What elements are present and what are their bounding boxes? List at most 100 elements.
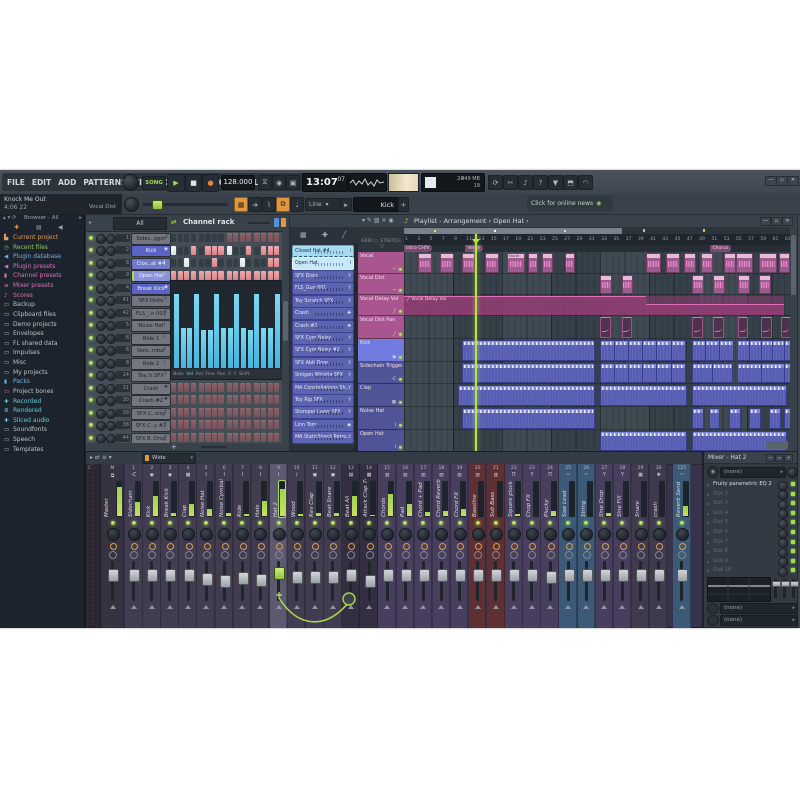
audio-clip[interactable] <box>684 253 696 273</box>
step-cell[interactable] <box>205 246 210 255</box>
mixer-fader-thumb[interactable] <box>383 569 394 582</box>
cut-icon[interactable]: ✂ <box>503 175 518 190</box>
mixer-mute-led[interactable] <box>458 521 462 525</box>
effect-slot-4[interactable]: ▸Slot 4 <box>706 509 797 518</box>
step-cell[interactable] <box>218 271 223 280</box>
track-mute-led[interactable] <box>399 446 403 450</box>
mixer-sep-knob[interactable] <box>329 551 337 559</box>
track-mute-led[interactable] <box>399 268 403 272</box>
step-cell[interactable] <box>212 395 217 404</box>
step-cell[interactable] <box>205 433 210 442</box>
playlist-maximize-button[interactable]: ▫ <box>771 217 782 226</box>
step-cell[interactable] <box>199 233 204 242</box>
mixer-mute-led[interactable] <box>620 521 624 525</box>
step-cell[interactable] <box>246 395 251 404</box>
mixer-sep-knob[interactable] <box>565 551 573 559</box>
step-cell[interactable] <box>233 246 238 255</box>
track-header-vocal-dist-pan[interactable]: Vocal Dist Pan╱ <box>358 316 404 339</box>
menu-edit[interactable]: EDIT <box>32 178 51 187</box>
step-cell[interactable] <box>212 420 217 429</box>
mixer-strip-bassline[interactable]: 20▥Bassline <box>469 464 487 628</box>
picker-clip-sfx-disto[interactable]: SFX DistoY <box>292 270 354 283</box>
step-cell[interactable] <box>261 420 266 429</box>
mixer-pan-knob[interactable] <box>616 528 629 541</box>
mixer-route-arrow[interactable] <box>457 605 463 609</box>
track-header-vocal-delay-vol[interactable]: Vocal Delay Vol╱ <box>358 295 404 316</box>
audio-clip[interactable] <box>542 253 553 273</box>
audio-clip[interactable] <box>759 275 771 294</box>
mixer-route-arrow[interactable] <box>511 605 517 609</box>
automation-clip[interactable] <box>713 317 724 338</box>
mixer-route-arrow[interactable] <box>402 605 408 609</box>
step-cell[interactable] <box>184 246 189 255</box>
mixer-route-arrow[interactable] <box>583 605 589 609</box>
snap-arrow-button[interactable]: ▸ <box>340 198 352 211</box>
browser-item-mixer-presets[interactable]: ≡Mixer presets <box>0 281 85 291</box>
pattern-clip[interactable] <box>761 363 786 383</box>
mixer-pan-knob[interactable] <box>107 528 120 541</box>
channel-volume-knob[interactable] <box>106 234 116 244</box>
picker-clip-open-hat[interactable]: Open HatI <box>292 257 354 270</box>
browser-item-rendered[interactable]: ≣Rendered <box>0 406 85 416</box>
mixer-sep-knob[interactable] <box>528 551 536 559</box>
mixer-mute-led[interactable] <box>439 521 443 525</box>
step-cell[interactable] <box>254 271 259 280</box>
mixer-mute-led[interactable] <box>530 521 534 525</box>
mixer-route-arrow[interactable] <box>203 605 209 609</box>
browser-item-impulses[interactable]: ▭Impulses <box>0 348 85 358</box>
audio-clip[interactable] <box>600 275 612 294</box>
step-cell[interactable] <box>184 383 189 392</box>
step-cell[interactable] <box>191 395 196 404</box>
velocity-bar[interactable] <box>254 294 259 368</box>
mixer-pan-knob[interactable] <box>508 528 521 541</box>
mixer-route-arrow[interactable] <box>679 605 685 609</box>
step-cell[interactable] <box>268 383 273 392</box>
pattern-clip[interactable] <box>709 408 721 429</box>
record-button[interactable]: ● <box>202 174 219 192</box>
mixer-strip-master[interactable]: M⧉Master <box>101 464 124 628</box>
news-button[interactable]: Click for online news ◉ <box>527 196 613 211</box>
step-cell[interactable] <box>212 383 217 392</box>
input-selector[interactable]: (none) ▸ <box>720 467 786 478</box>
browser-item-current-project[interactable]: ▙Current project <box>0 233 85 243</box>
mixer-sep-knob[interactable] <box>420 551 428 559</box>
channel-enable-led[interactable] <box>89 248 93 252</box>
mixer-sep-knob[interactable] <box>619 551 627 559</box>
step-cell[interactable] <box>205 408 210 417</box>
browser-item-channel-presets[interactable]: ▮Channel presets <box>0 271 85 281</box>
pattern-clip[interactable] <box>719 340 734 361</box>
channel-pan-knob[interactable] <box>96 421 106 431</box>
audio-clip[interactable] <box>779 253 790 273</box>
step-cell[interactable] <box>171 271 176 280</box>
pattern-clip[interactable] <box>749 408 761 429</box>
mixer-fader-thumb[interactable] <box>564 569 575 582</box>
effect-slot-6[interactable]: ▸Slot 6 <box>706 528 797 537</box>
playlist-grid[interactable]: Vocal╱ Vocal Delay Vol <box>404 252 790 452</box>
mixer-fader-thumb[interactable] <box>437 569 448 582</box>
mixer-key-icon[interactable] <box>511 543 518 550</box>
menu-add[interactable]: ADD <box>58 178 76 187</box>
slot-mix-knob[interactable] <box>778 567 788 577</box>
browser-item-plugin-presets[interactable]: ◀Plugin presets <box>0 262 85 272</box>
audio-clip[interactable] <box>528 253 539 273</box>
automation-clip-band[interactable]: ╱ Vocal Delay Vol <box>404 296 790 314</box>
mixer-mute-led[interactable] <box>602 521 606 525</box>
channel-volume-knob[interactable] <box>106 271 116 281</box>
mixer-strip-chords[interactable]: 15▥Chords <box>378 464 396 628</box>
mixer-key-icon[interactable] <box>294 543 301 550</box>
channel-pan-knob[interactable] <box>96 309 106 319</box>
mixer-pan-knob[interactable] <box>653 528 666 541</box>
pattern-clip[interactable] <box>671 363 686 383</box>
mixer-key-icon[interactable] <box>312 543 319 550</box>
channel-enable-led[interactable] <box>89 311 93 315</box>
channel-pan-knob[interactable] <box>96 396 106 406</box>
step-cell[interactable] <box>205 383 210 392</box>
oscilloscope[interactable] <box>348 173 387 192</box>
step-cell[interactable] <box>240 433 245 442</box>
step-cell[interactable] <box>218 383 223 392</box>
step-cell[interactable] <box>205 233 210 242</box>
mixer-route-arrow[interactable] <box>294 605 300 609</box>
timeline-ruler[interactable]: 1357911131517192123252729313335373941434… <box>404 234 790 245</box>
metronome2-icon[interactable]: ♩ <box>290 197 304 212</box>
channel-enable-led[interactable] <box>89 348 93 352</box>
